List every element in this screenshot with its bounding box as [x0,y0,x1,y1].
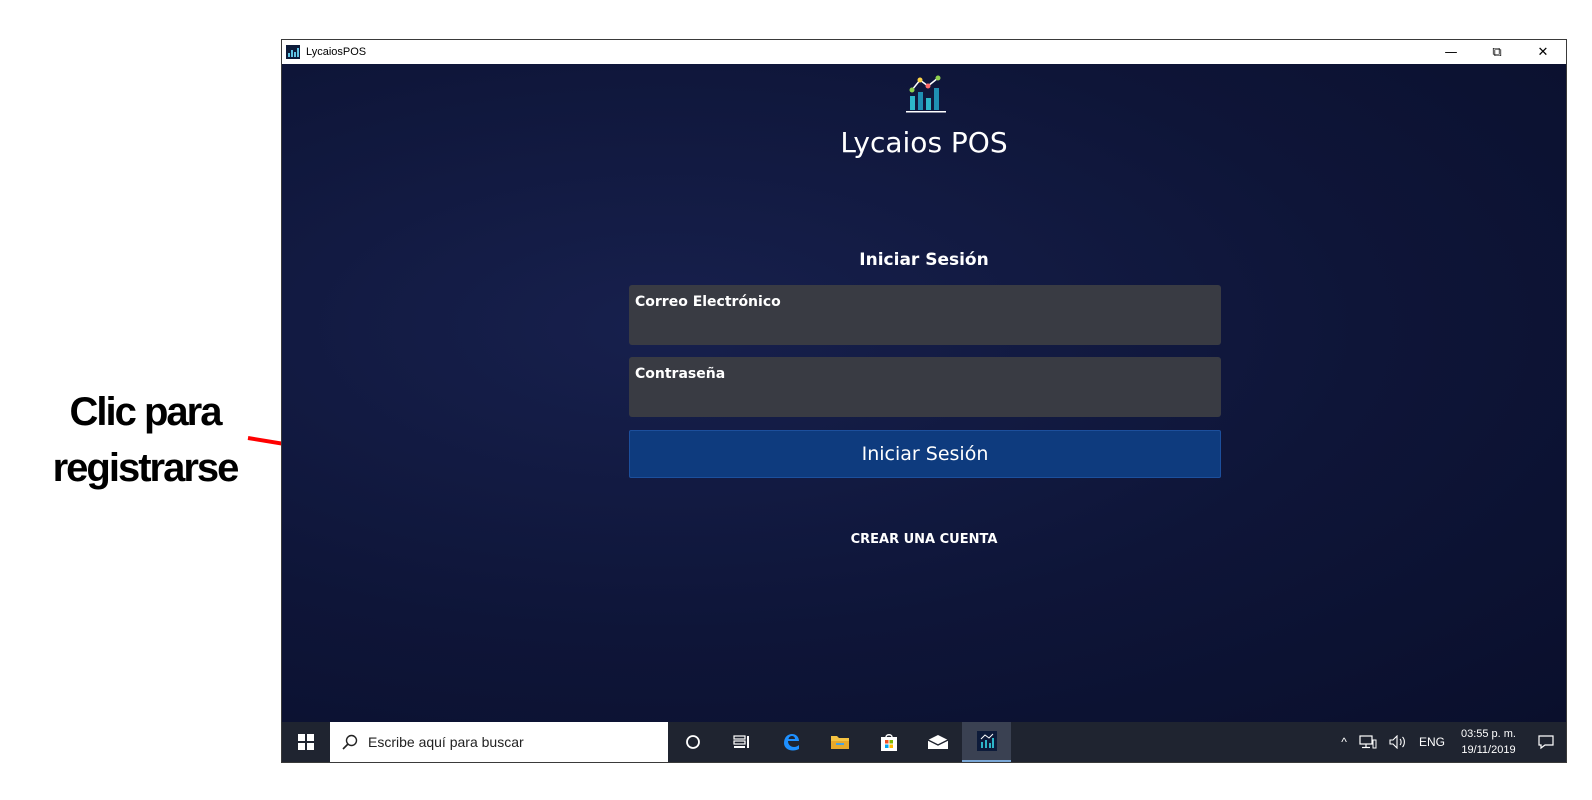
app-name: Lycaios POS [840,126,1008,159]
window-controls: — ⧉ ✕ [1428,40,1566,64]
notification-icon [1538,735,1554,750]
store-button[interactable] [864,722,913,762]
minimize-button[interactable]: — [1428,40,1474,64]
lycaios-pos-icon [976,731,997,751]
annotation-line-1: Clic para [69,390,223,434]
cortana-button[interactable] [668,722,717,762]
login-heading: Iniciar Sesión [859,250,989,270]
window-title: LycaiosPOS [306,46,367,58]
create-account-label[interactable]: CREAR UNA CUENTA [851,532,998,547]
password-field[interactable]: Contraseña [629,357,1221,417]
create-account-link[interactable]: CREAR UNA CUENTA [282,532,1566,547]
clock-time: 03:55 p. m. [1460,728,1516,740]
system-tray: ^ ENG 03:55 p. m. 19/11/2019 [1335,722,1566,762]
email-label: Correo Electrónico [635,294,781,310]
annotation-label: Clic para registrarse [20,384,270,496]
app-logo-icon [906,75,946,113]
email-field[interactable]: Correo Electrónico [629,285,1221,345]
clock-date: 19/11/2019 [1461,744,1516,756]
task-view-icon [732,735,749,748]
windows-start-icon [298,734,314,750]
app-small-icon [286,45,300,59]
annotation-line-2: registrarse [52,446,240,490]
file-explorer-button[interactable] [815,722,864,762]
close-button[interactable]: ✕ [1520,40,1566,64]
lycaios-pos-taskbar-button[interactable] [962,722,1011,762]
restore-button[interactable]: ⧉ [1474,40,1520,64]
store-icon [880,734,897,751]
taskbar-search[interactable]: Escribe aquí para buscar [330,722,668,762]
password-label: Contraseña [635,366,726,382]
language-indicator[interactable]: ENG [1419,735,1445,749]
edge-button[interactable] [766,722,815,762]
file-explorer-icon [830,736,849,749]
app-window: LycaiosPOS — ⧉ ✕ Lycaios POS Iniciar Ses… [281,39,1567,763]
password-input[interactable] [635,387,1215,413]
taskbar: Escribe aquí para buscar ^ ENG 03:55 p. … [282,722,1566,762]
volume-icon[interactable] [1389,735,1407,749]
network-icon[interactable] [1359,735,1377,749]
search-icon [342,734,358,750]
cortana-icon [685,735,700,749]
start-button[interactable] [282,722,330,762]
email-input[interactable] [635,315,1215,341]
title-bar[interactable]: LycaiosPOS — ⧉ ✕ [282,40,1566,64]
task-view-button[interactable] [717,722,766,762]
mail-icon [927,735,948,749]
search-placeholder: Escribe aquí para buscar [368,734,524,750]
mail-button[interactable] [913,722,962,762]
login-button[interactable]: Iniciar Sesión [629,430,1221,478]
edge-icon [783,734,799,751]
show-hidden-icons-chevron[interactable]: ^ [1341,735,1347,749]
login-screen: Lycaios POS Iniciar Sesión Correo Electr… [282,64,1566,722]
action-center-button[interactable] [1526,722,1566,762]
clock[interactable]: 03:55 p. m. 19/11/2019 [1461,726,1516,758]
